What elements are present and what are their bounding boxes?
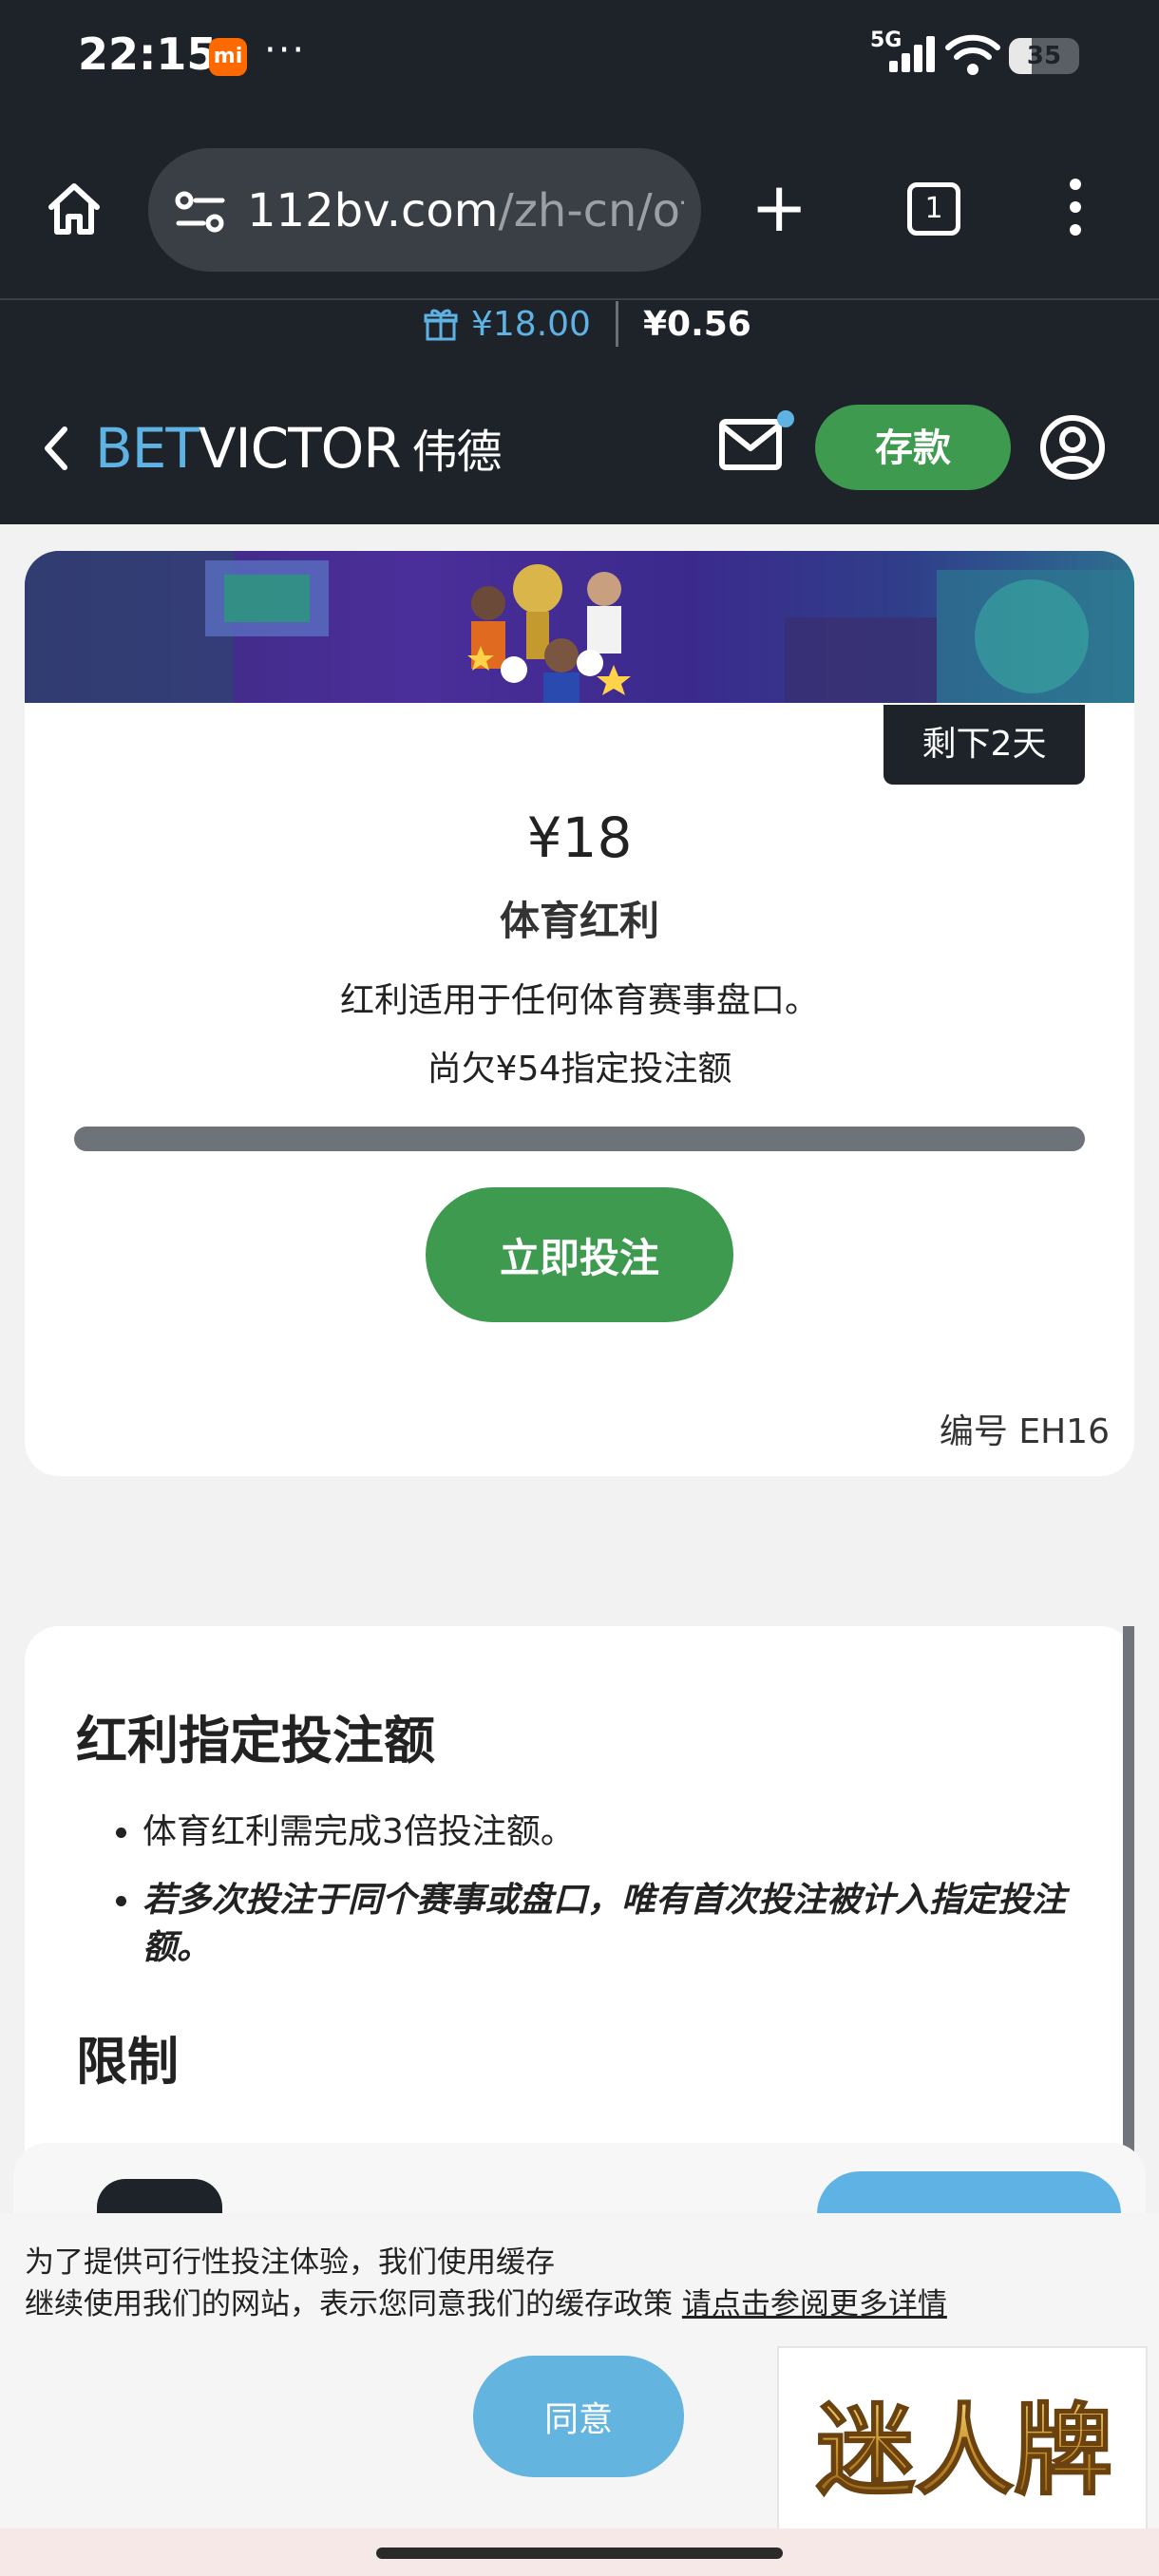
overflow-menu-icon[interactable] [1070, 179, 1081, 247]
balance-bar[interactable]: ¥18.00 ¥0.56 [424, 300, 751, 348]
bonus-amount: ¥18 [526, 805, 633, 870]
betvictor-logo[interactable]: BETVICTOR 伟德 [95, 414, 503, 481]
home-indicator[interactable] [376, 2548, 783, 2559]
deposit-button[interactable]: 存款 [815, 405, 1011, 490]
wagering-terms-list: 体育红利需完成3倍投注额。 若多次投注于同个赛事或盘口，唯有首次投注被计入指定投… [112, 1809, 1100, 1993]
agree-button[interactable]: 同意 [473, 2356, 684, 2477]
url-domain: 112bv.com [247, 184, 499, 237]
logo-victor: VICTOR [198, 416, 402, 481]
bonus-balance: ¥18.00 [471, 304, 591, 344]
signal-icon [889, 36, 935, 72]
cookie-details-link[interactable]: 请点击参阅更多详情 [682, 2287, 947, 2321]
wifi-icon [945, 34, 1000, 75]
logo-cn: 伟德 [411, 426, 503, 479]
restrictions-heading: 限制 [76, 2032, 179, 2092]
back-chevron-icon[interactable] [42, 424, 70, 473]
home-icon[interactable] [44, 179, 104, 239]
battery-icon: 35 [1009, 38, 1079, 74]
more-notifications-icon: ··· [264, 28, 307, 72]
site-header: ¥18.00 ¥0.56 BETVICTOR 伟德 存款 [0, 300, 1159, 524]
balance-divider [615, 301, 618, 347]
days-left-badge: 剩下2天 [884, 705, 1085, 785]
tab-switcher-button[interactable]: 1 [907, 182, 960, 236]
bonus-card: 剩下2天 ¥18 体育红利 红利适用于任何体育赛事盘口。 尚欠¥54指定投注额 … [25, 551, 1134, 1476]
battery-level: 35 [1026, 42, 1062, 70]
svg-text:迷人牌: 迷人牌 [816, 2393, 1112, 2509]
new-tab-icon[interactable]: + [750, 173, 808, 241]
wagering-remaining: 尚欠¥54指定投注额 [427, 1050, 732, 1089]
url-text[interactable]: 112bv.com/zh-cn/of [247, 184, 684, 237]
browser-toolbar: 112bv.com/zh-cn/of + 1 [0, 114, 1159, 300]
site-settings-icon[interactable] [175, 190, 226, 234]
bonus-code: 编号 EH16 [939, 1412, 1110, 1451]
cookie-notice-text: 继续使用我们的网站，表示您同意我们的缓存政策 [25, 2287, 682, 2321]
bet-now-button[interactable]: 立即投注 [426, 1187, 733, 1322]
logo-bet: BET [95, 416, 200, 481]
watermark-logo: 迷人牌 [777, 2346, 1148, 2551]
wagering-heading: 红利指定投注额 [76, 1711, 435, 1771]
promo-banner-image [25, 551, 1134, 703]
cash-balance: ¥0.56 [642, 304, 751, 344]
notification-dot [777, 410, 794, 427]
gift-icon [424, 309, 458, 341]
terms-list-item: 体育红利需完成3倍投注额。 [142, 1809, 1100, 1856]
cookie-notice-line1: 为了提供可行性投注体验，我们使用缓存 [25, 2245, 555, 2280]
cookie-banner: 为了提供可行性投注体验，我们使用缓存 继续使用我们的网站，表示您同意我们的缓存政… [0, 2213, 1159, 2551]
wagering-progress-bar [74, 1127, 1085, 1151]
xiaomi-icon: mi [209, 38, 247, 76]
terms-card: 红利指定投注额 体育红利需完成3倍投注额。 若多次投注于同个赛事或盘口，唯有首次… [25, 1626, 1134, 2158]
terms-list-item: 若多次投注于同个赛事或盘口，唯有首次投注被计入指定投注额。 [142, 1877, 1100, 1972]
status-time: 22:15 [78, 28, 218, 80]
bonus-title: 体育红利 [499, 898, 659, 944]
cookie-notice-line2: 继续使用我们的网站，表示您同意我们的缓存政策 请点击参阅更多详情 [25, 2280, 947, 2322]
status-bar: 22:15 mi ··· 5G 35 [0, 0, 1159, 114]
bonus-description: 红利适用于任何体育赛事盘口。 [339, 981, 819, 1020]
mail-icon[interactable] [718, 418, 783, 471]
account-icon[interactable] [1039, 414, 1106, 481]
address-bar[interactable]: 112bv.com/zh-cn/of [148, 148, 701, 272]
scrollbar[interactable] [1123, 1626, 1134, 2158]
url-path: /zh-cn/of [498, 184, 684, 237]
